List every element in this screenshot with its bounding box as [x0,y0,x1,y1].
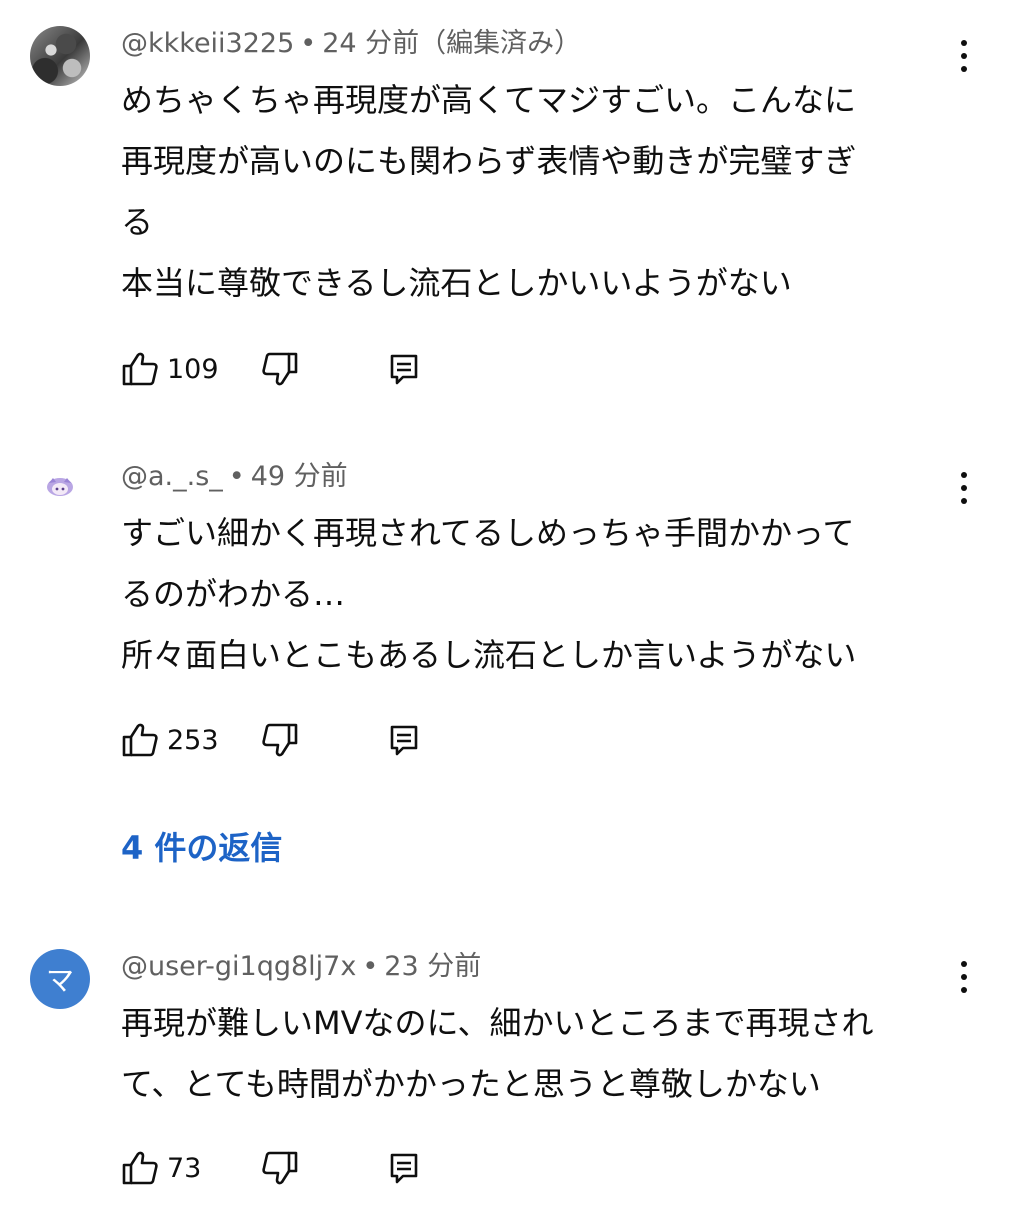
comment-time: 24 分前（編集済み） [322,28,582,59]
reply-button[interactable] [389,349,419,389]
comment-line: 再現が難しいMVなのに、細かいところまで再現され [121,1004,874,1042]
comment-actions: 109 [121,349,441,389]
comment-line: すごい細かく再現されてるしめっちゃ手間かかって [121,514,855,552]
reply-icon [390,725,418,756]
character-avatar-icon [47,478,73,496]
avatar[interactable] [30,26,90,86]
dislike-icon [262,723,298,757]
like-count: 73 [167,1152,202,1184]
reply-button[interactable] [389,720,419,760]
comment-header: @user-gi1qg8lj7x • 23 分前 [121,949,481,985]
avatar[interactable]: マ [30,949,90,1009]
more-vert-icon [961,472,967,478]
comment-line: めちゃくちゃ再現度が高くてマジすごい。こんなに [121,81,857,119]
more-options-button[interactable] [952,36,976,76]
author-name[interactable]: @user-gi1qg8lj7x [121,951,356,982]
dislike-button[interactable] [261,1148,299,1188]
separator-dot: • [300,28,317,59]
comment-text: すごい細かく再現されてるしめっちゃ手間かかって るのがわかる… 所々面白いとこも… [121,503,856,686]
like-icon [122,723,158,757]
dislike-button[interactable] [261,720,299,760]
comment-text: 再現が難しいMVなのに、細かいところまで再現され て、とても時間がかかったと思う… [121,993,874,1115]
dislike-icon [262,1151,298,1185]
comment-text: めちゃくちゃ再現度が高くてマジすごい。こんなに 再現度が高いのにも関わらず表情や… [121,70,856,314]
author-name[interactable]: @kkkeii3225 [121,28,294,59]
comment-line: 本当に尊敬できるし流石としかいいようがない [121,264,792,302]
separator-dot: • [362,951,379,982]
like-icon [122,352,158,386]
comment-line: る [121,203,154,241]
like-button[interactable]: 253 [121,720,219,760]
reply-icon [390,354,418,385]
dislike-icon [262,352,298,386]
like-button[interactable]: 73 [121,1148,201,1188]
reply-icon [390,1153,418,1184]
more-options-button[interactable] [952,468,976,508]
comment-line: て、とても時間がかかったと思うと尊敬しかない [121,1065,821,1103]
like-icon [122,1151,158,1185]
more-vert-icon [961,40,967,46]
like-count: 109 [167,353,219,385]
like-button[interactable]: 109 [121,349,219,389]
comment-header: @a._.s_ • 49 分前 [121,459,348,495]
view-replies-link[interactable]: 4 件の返信 [121,826,282,870]
avatar-letter: マ [45,964,74,997]
comment-line: 所々面白いとこもあるし流石としか言いようがない [121,636,857,674]
author-name[interactable]: @a._.s_ [121,461,223,492]
comment-header: @kkkeii3225 • 24 分前（編集済み） [121,26,581,62]
comment-time: 49 分前 [250,461,348,492]
comment-time: 23 分前 [384,951,482,982]
avatar[interactable] [44,474,76,498]
comment-line: 再現度が高いのにも関わらず表情や動きが完璧すぎ [121,142,857,180]
comment-actions: 253 [121,720,441,760]
like-count: 253 [167,724,219,756]
more-options-button[interactable] [952,957,976,997]
separator-dot: • [228,461,245,492]
dislike-button[interactable] [261,349,299,389]
comment-actions: 73 [121,1148,441,1188]
reply-button[interactable] [389,1148,419,1188]
comment-line: るのがわかる… [121,575,346,613]
more-vert-icon [961,961,967,967]
